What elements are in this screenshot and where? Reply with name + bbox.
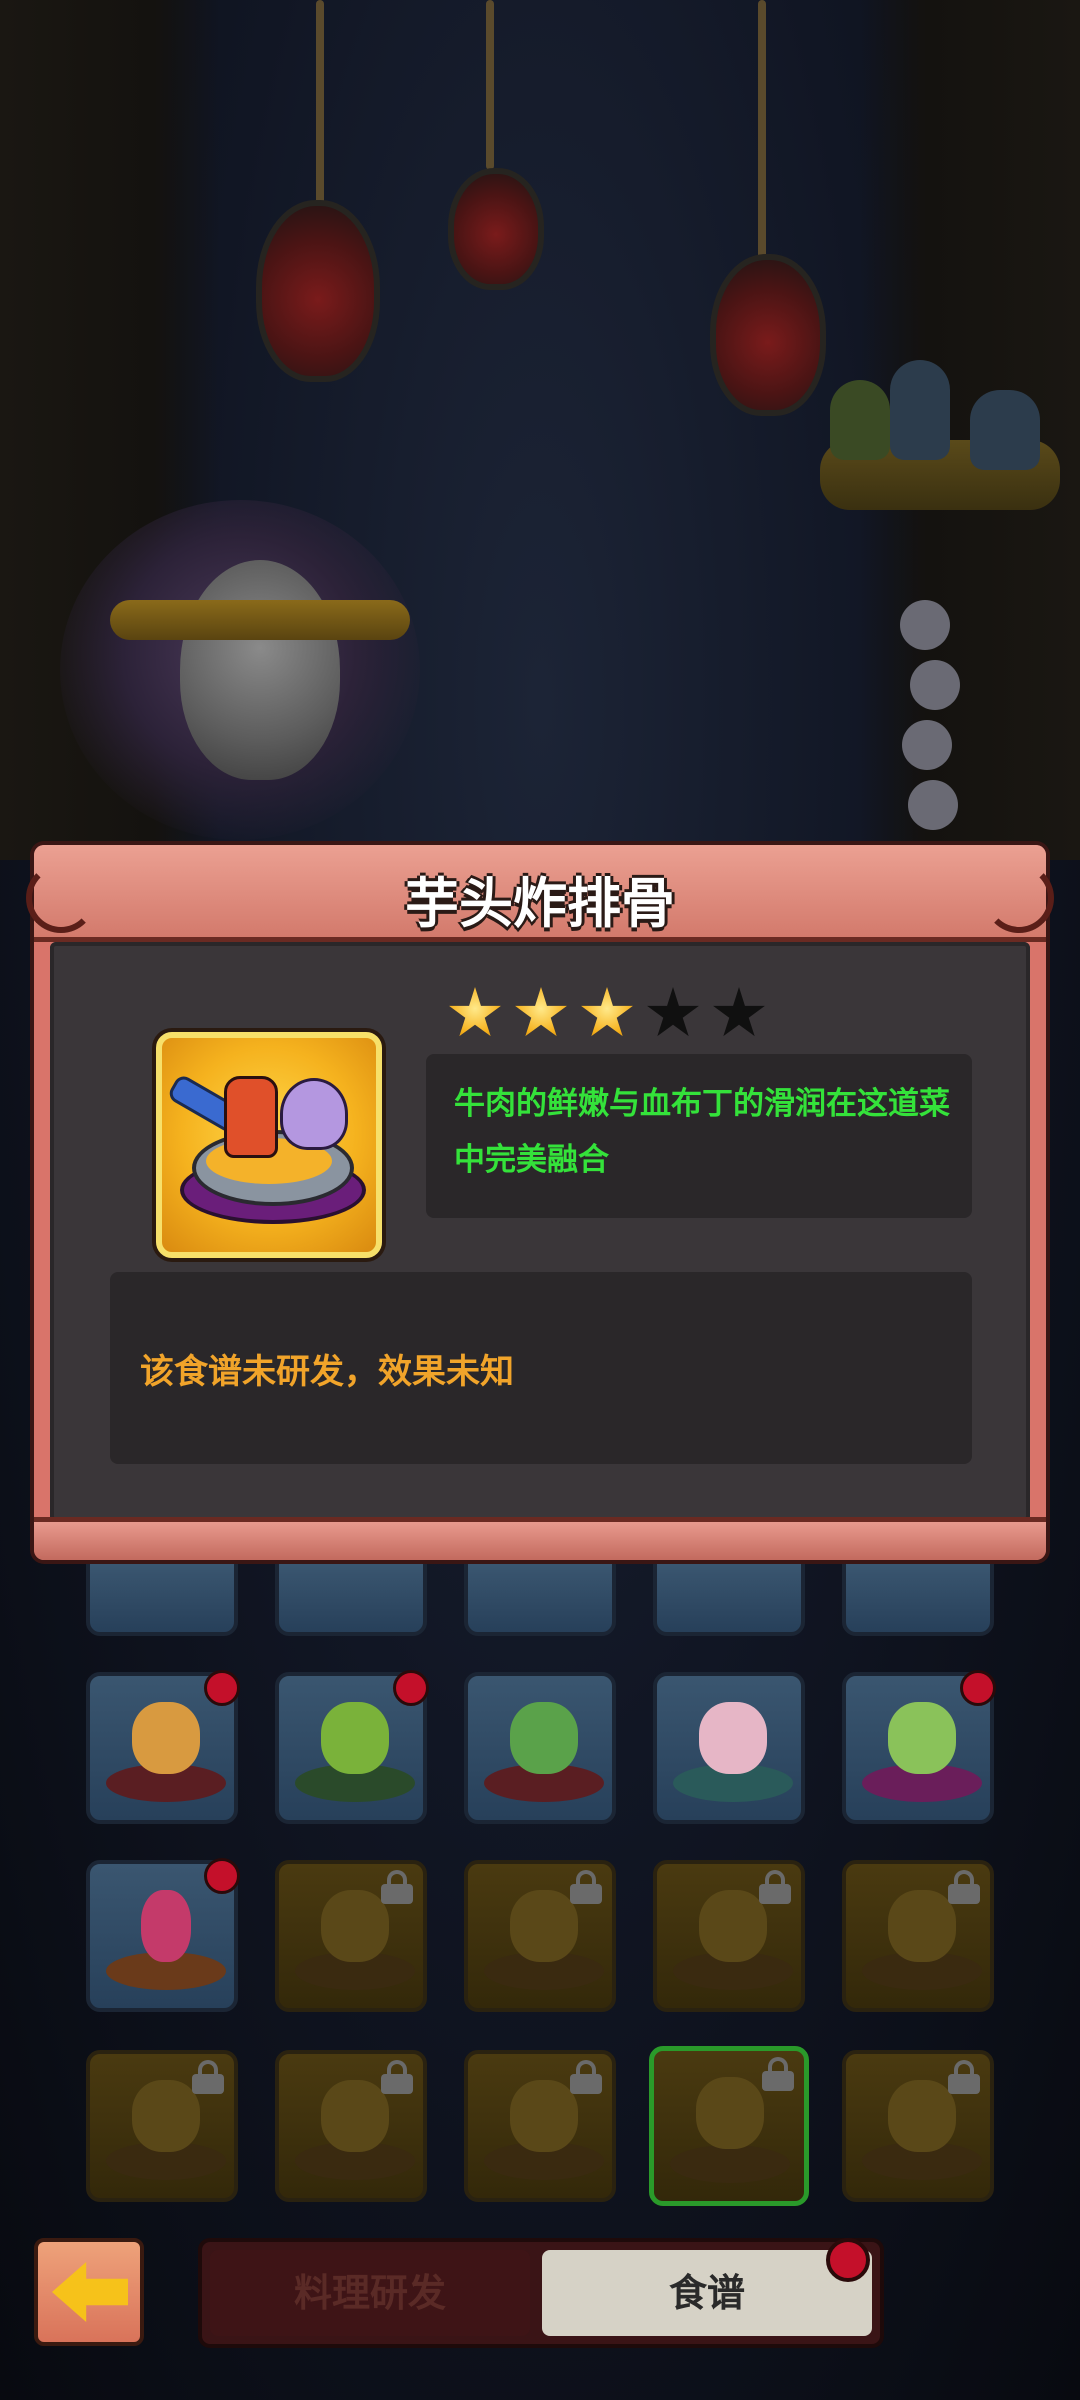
rope: [316, 0, 324, 210]
lock-icon: [762, 2057, 794, 2091]
new-badge: [204, 1858, 240, 1894]
recipe-slot-locked[interactable]: [464, 1860, 616, 2012]
lock-icon: [381, 2060, 413, 2094]
recipe-effect: 该食谱未研发，效果未知: [140, 1352, 514, 1392]
star-empty-icon: [647, 987, 699, 1037]
lock-icon: [192, 2060, 224, 2094]
recipe-slot-lettuce[interactable]: [842, 1670, 996, 1824]
recipe-slot-selected[interactable]: [649, 2046, 809, 2206]
hanging-sausage: [448, 168, 544, 290]
dish-icon: [510, 2080, 578, 2152]
dish-icon: [321, 2080, 389, 2152]
recipe-slot[interactable]: [86, 1560, 238, 1636]
dish-icon: [321, 1890, 389, 1962]
garlic: [908, 780, 958, 830]
potion-bottle: [970, 390, 1040, 470]
pudding-icon: [280, 1078, 348, 1150]
dialog-footer: [34, 1517, 1046, 1560]
wizard-crown: [110, 600, 410, 640]
star-filled-icon: [581, 987, 633, 1037]
star-filled-icon: [449, 987, 501, 1037]
lock-icon: [570, 1870, 602, 1904]
lock-icon: [381, 1870, 413, 1904]
recipe-slot[interactable]: [464, 1560, 616, 1636]
lock-icon: [948, 2060, 980, 2094]
dish-icon: [510, 1702, 578, 1774]
potion-bottle: [830, 380, 890, 460]
recipe-slot-locked[interactable]: [464, 2050, 616, 2202]
arrow-left-icon: [52, 2262, 128, 2322]
tab-recipes[interactable]: 食谱: [542, 2250, 872, 2336]
hanging-meat: [710, 254, 826, 416]
dish-icon: [132, 2080, 200, 2152]
garlic: [910, 660, 960, 710]
new-badge: [204, 1670, 240, 1706]
tab-cooking-research[interactable]: 料理研发: [210, 2250, 530, 2336]
dish-icon: [132, 1702, 200, 1774]
potion-bottle: [890, 360, 950, 460]
dialog-header: 芋头炸排骨: [26, 845, 1054, 942]
new-badge: [393, 1670, 429, 1706]
recipe-slot[interactable]: [842, 1560, 994, 1636]
dish-icon: [699, 1702, 767, 1774]
recipe-slot-broccoli[interactable]: [464, 1672, 616, 1824]
lock-icon: [570, 2060, 602, 2094]
dish-icon: [888, 2080, 956, 2152]
recipe-slot-cactus[interactable]: [275, 1670, 429, 1824]
rope: [486, 0, 494, 170]
recipe-slot-locked[interactable]: [275, 2050, 427, 2202]
recipe-slot[interactable]: [275, 1560, 427, 1636]
dish-icon: [141, 1890, 191, 1962]
recipe-slot-locked[interactable]: [275, 1860, 427, 2012]
recipe-slot[interactable]: [653, 1560, 805, 1636]
lock-icon: [948, 1870, 980, 1904]
recipe-slot-cabbage[interactable]: [653, 1672, 805, 1824]
recipe-description: 牛肉的鲜嫩与血布丁的滑润在这道菜中完美融合: [454, 1086, 950, 1178]
dish-icon: [696, 2077, 764, 2149]
star-filled-icon: [515, 987, 567, 1037]
recipe-slot-locked[interactable]: [86, 2050, 238, 2202]
wizard-character: [180, 560, 340, 780]
recipe-slot-cupcake[interactable]: [86, 1670, 240, 1824]
notification-dot: [826, 2238, 870, 2282]
dish-icon: [888, 1890, 956, 1962]
effect-panel: 该食谱未研发，效果未知: [110, 1272, 972, 1464]
recipe-slot-locked[interactable]: [842, 1860, 994, 2012]
hanging-meat: [256, 200, 380, 382]
dish-icon: [699, 1890, 767, 1962]
recipe-slot-locked[interactable]: [842, 2050, 994, 2202]
garlic: [900, 600, 950, 650]
rope: [758, 0, 766, 260]
recipe-slot-locked[interactable]: [653, 1860, 805, 2012]
star-empty-icon: [713, 987, 765, 1037]
plate: [670, 2145, 790, 2183]
tab-bar: 料理研发 食谱: [198, 2238, 884, 2348]
lock-icon: [759, 1870, 791, 1904]
back-button[interactable]: [34, 2238, 144, 2346]
recipe-slot-cocktail[interactable]: [86, 1858, 240, 2012]
dish-icon: [888, 1702, 956, 1774]
dish-icon: [510, 1890, 578, 1962]
dialog-body: 牛肉的鲜嫩与血布丁的滑润在这道菜中完美融合 该食谱未研发，效果未知: [50, 942, 1030, 1522]
recipe-detail-dialog: 芋头炸排骨 牛肉的鲜嫩与血布丁的滑润在这道菜中完美融合 该食谱未研发，效果未知: [26, 845, 1054, 1560]
dish-icon: [321, 1702, 389, 1774]
dish-image: [156, 1032, 382, 1258]
description-panel: 牛肉的鲜嫩与血布丁的滑润在这道菜中完美融合: [426, 1054, 972, 1218]
dialog-title: 芋头炸排骨: [405, 872, 675, 935]
new-badge: [960, 1670, 996, 1706]
sauce-bottle-icon: [224, 1076, 278, 1158]
garlic: [902, 720, 952, 770]
